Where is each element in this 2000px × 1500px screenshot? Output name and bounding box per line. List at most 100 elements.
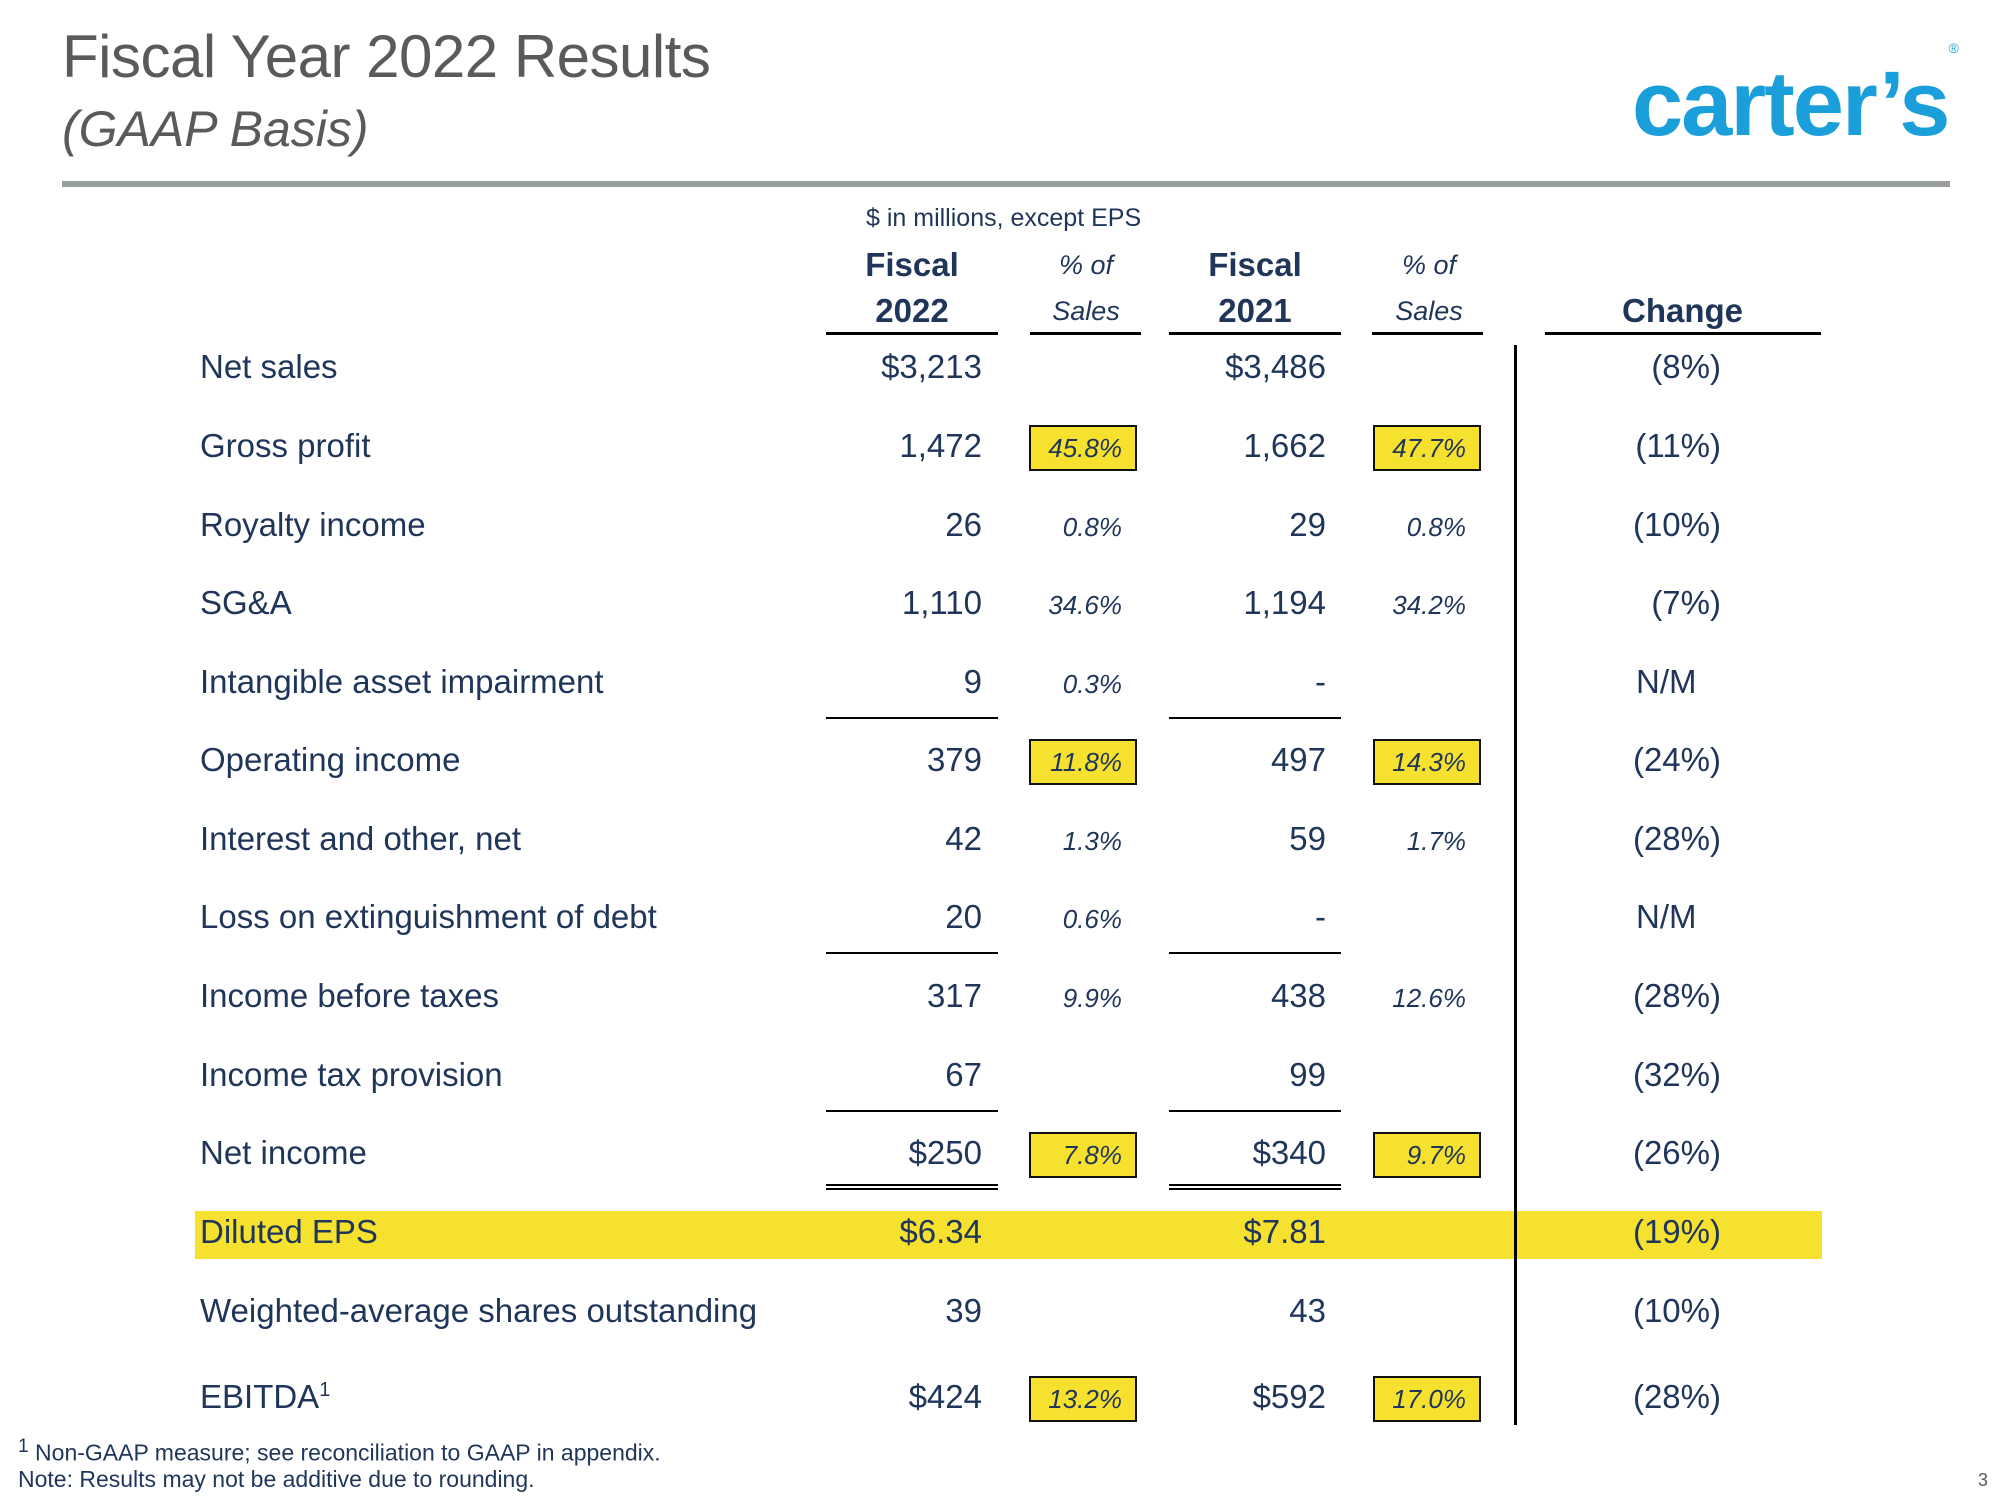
change-value: (10%) [1632, 506, 1721, 543]
row-label-text: Weighted-average shares outstanding [200, 1292, 758, 1329]
change-value: (24%) [1632, 741, 1721, 778]
subtotal-underline [1169, 717, 1341, 719]
fiscal-2022-value: $250 [908, 1134, 982, 1171]
header-underline [1372, 332, 1483, 335]
row-label: Net sales [200, 348, 338, 386]
row-label-text: SG&A [200, 584, 292, 621]
row-label-text: Diluted EPS [200, 1213, 378, 1250]
row-label-text: Intangible asset impairment [200, 663, 604, 700]
total-double-underline [1169, 1184, 1341, 1190]
header-underline [1169, 332, 1341, 335]
pct-of-sales-2021: 9.7% [1406, 1140, 1466, 1170]
fiscal-2022-value: 26 [945, 506, 982, 543]
row-label: Interest and other, net [200, 820, 521, 858]
fiscal-2022-value: 317 [926, 977, 982, 1014]
pct-of-sales-2022: 34.6% [1048, 590, 1122, 620]
pct-of-sales-2022: 11.8% [1050, 747, 1122, 777]
change-value: (32%) [1632, 1056, 1721, 1093]
logo-text: carter’s [1632, 53, 1950, 155]
pct-of-sales-2022: 0.8% [1062, 512, 1122, 542]
column-header-change: Change [1545, 288, 1820, 334]
page-subtitle: (GAAP Basis) [62, 101, 369, 157]
change-value: (28%) [1632, 820, 1721, 857]
row-label: Net income [200, 1134, 367, 1172]
subtotal-underline [1169, 1110, 1341, 1112]
pct-of-sales-2022: 0.3% [1062, 669, 1122, 699]
page-number: 3 [1978, 1470, 1989, 1490]
change-value: (10%) [1632, 1292, 1721, 1329]
row-label-text: Income before taxes [200, 977, 499, 1014]
row-label-text: Operating income [200, 741, 461, 778]
footnote-non-gaap: 1 Non-GAAP measure; see reconciliation t… [18, 1436, 661, 1467]
units-note: $ in millions, except EPS [866, 204, 1142, 232]
footnote-mark: 1 [18, 1436, 29, 1457]
fiscal-2021-value: - [1315, 898, 1326, 935]
pct-of-sales-2022: 1.3% [1062, 826, 1122, 856]
pct-of-sales-2022: 0.6% [1062, 904, 1122, 934]
carters-logo: carter’s® [1632, 40, 1959, 157]
column-header-line2: 2021 [1218, 292, 1292, 329]
fiscal-2021-value: 29 [1289, 506, 1326, 543]
change-value: (19%) [1632, 1213, 1721, 1250]
change-value: N/M [1636, 898, 1697, 935]
row-label: SG&A [200, 584, 292, 622]
pct-of-sales-2021: 34.2% [1392, 590, 1466, 620]
subtotal-underline [1169, 952, 1341, 954]
change-column-divider [1514, 345, 1517, 1425]
fiscal-2021-value: 438 [1270, 977, 1326, 1014]
rounding-note: Note: Results may not be additive due to… [18, 1466, 535, 1492]
row-label-text: EBITDA [200, 1378, 320, 1415]
change-value: (7%) [1651, 584, 1721, 621]
fiscal-2022-value: $6.34 [899, 1213, 982, 1250]
fiscal-2022-value: 1,110 [901, 584, 982, 621]
fiscal-2022-value: 9 [963, 663, 982, 700]
column-header-line1: Fiscal [1208, 246, 1302, 283]
pct-of-sales-2021: 17.0% [1392, 1384, 1466, 1414]
registered-mark: ® [1948, 40, 1959, 57]
change-value: (28%) [1632, 977, 1721, 1014]
row-label: Intangible asset impairment [200, 663, 604, 701]
fiscal-2021-value: $340 [1252, 1134, 1326, 1171]
row-label: Loss on extinguishment of debt [200, 898, 657, 936]
pct-of-sales-2021: 14.3% [1392, 747, 1466, 777]
row-label: Weighted-average shares outstanding [200, 1292, 757, 1330]
fiscal-2022-value: 39 [945, 1292, 982, 1329]
column-header-fiscal-2021: Fiscal 2021 [1169, 242, 1341, 334]
footnote-text: Non-GAAP measure; see reconciliation to … [35, 1439, 661, 1466]
fiscal-2021-value: 497 [1270, 741, 1326, 778]
fiscal-2022-value: 379 [926, 741, 982, 778]
fiscal-2022-value: 42 [945, 820, 982, 857]
row-label: Income before taxes [200, 977, 499, 1015]
change-value: (8%) [1651, 348, 1721, 385]
row-label-text: Income tax provision [200, 1056, 503, 1093]
subtotal-underline [826, 952, 998, 954]
fiscal-2021-value: $7.81 [1243, 1213, 1326, 1250]
pct-of-sales-2022: 13.2% [1048, 1384, 1122, 1414]
change-value: (26%) [1632, 1134, 1721, 1171]
pct-of-sales-2022: 45.8% [1048, 433, 1122, 463]
change-value: (11%) [1635, 427, 1721, 464]
row-label: EBITDA1 [200, 1378, 330, 1416]
subtotal-underline [826, 1110, 998, 1112]
header-underline [826, 332, 998, 335]
column-header-line1: Fiscal [865, 246, 959, 283]
fiscal-2021-value: 1,194 [1243, 584, 1326, 621]
column-header-pct-sales-2021: % of Sales [1374, 242, 1484, 334]
pct-of-sales-2021: 0.8% [1406, 512, 1466, 542]
pct-of-sales-2021: 47.7% [1392, 433, 1466, 463]
fiscal-2021-value: $3,486 [1225, 348, 1326, 385]
footnote-ref: 1 [319, 1379, 331, 1401]
row-label: Diluted EPS [200, 1213, 378, 1251]
fiscal-2022-value: $3,213 [881, 348, 982, 385]
total-double-underline [826, 1184, 998, 1190]
pct-of-sales-2021: 1.7% [1406, 826, 1466, 856]
row-label-text: Net income [200, 1134, 367, 1171]
fiscal-2021-value: 43 [1289, 1292, 1326, 1329]
column-header-line2: 2022 [875, 292, 949, 329]
column-header-line2: Sales [1052, 296, 1120, 326]
row-label-text: Gross profit [200, 427, 371, 464]
row-label: Gross profit [200, 427, 371, 465]
row-label-text: Royalty income [200, 506, 426, 543]
fiscal-2022-value: $424 [908, 1378, 982, 1415]
header-divider [62, 181, 1950, 187]
